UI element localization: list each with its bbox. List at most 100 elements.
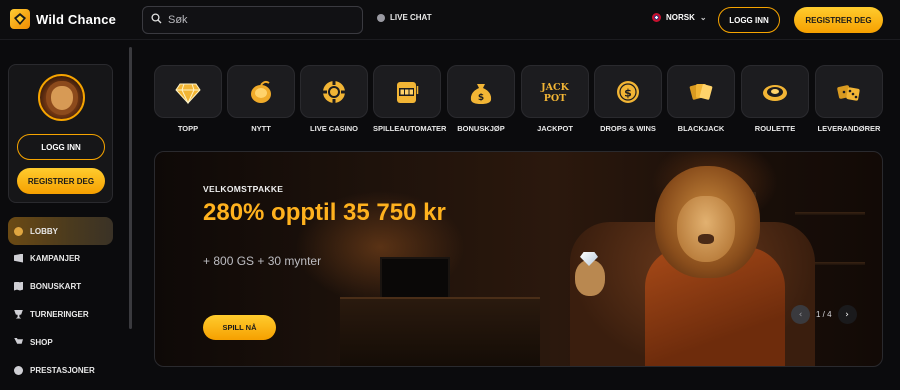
roulette-icon (763, 84, 787, 101)
banner-pager: ‹ 1 / 4 › (791, 305, 857, 324)
category-topp[interactable]: TOPP (154, 65, 222, 133)
live-chat-label: LIVE CHAT (390, 13, 432, 22)
sidebar-login-button[interactable]: LOGG INN (17, 134, 105, 160)
sidebar-item-label: TURNERINGER (30, 309, 89, 319)
monitor-decoration (380, 257, 450, 299)
chevron-left-icon[interactable]: ‹ (791, 305, 810, 324)
jackpot-icon: JACK POT (540, 82, 569, 104)
megaphone-icon (14, 253, 23, 263)
sidebar-item-label: KAMPANJER (30, 253, 81, 263)
sidebar-item-label: SHOP (30, 337, 53, 347)
language-selector[interactable]: NORSK ⌄ (652, 13, 707, 22)
header-register-button[interactable]: REGISTRER DEG (794, 7, 883, 33)
sidebar-item-label: BONUSKART (30, 281, 82, 291)
category-tile[interactable]: $ (594, 65, 662, 118)
banner-eyebrow: VELKOMSTPAKKE (203, 184, 284, 194)
slot-machine-icon (397, 81, 419, 103)
category-label: BLACKJACK (677, 124, 725, 133)
category-tile[interactable] (373, 65, 441, 118)
jackpot-icon-text-1: JACK (540, 82, 569, 93)
chevron-right-icon[interactable]: › (837, 305, 857, 324)
sidebar-item-label: PRESTASJONER (30, 365, 95, 375)
category-leverandorer[interactable]: LEVERANDØRER (815, 65, 883, 133)
category-label: LEVERANDØRER (817, 124, 881, 133)
category-drops-wins[interactable]: $ DROPS & WINS (594, 65, 662, 133)
category-label: ROULETTE (754, 124, 796, 133)
chevron-down-icon: ⌄ (699, 13, 707, 22)
jackpot-icon-text-2: POT (544, 93, 567, 104)
norway-flag-icon (652, 13, 661, 22)
lion-avatar-icon (50, 85, 73, 110)
sidebar-scrollbar[interactable] (129, 47, 132, 329)
category-tile[interactable] (154, 65, 222, 118)
desk-decoration (340, 297, 540, 366)
category-tile[interactable] (815, 65, 883, 118)
cart-icon (14, 337, 23, 344)
lion-hand-image (575, 260, 605, 296)
banner-title: 280% opptil 35 750 kr (203, 199, 446, 226)
sidebar-item-label: LOBBY (30, 226, 58, 236)
search-input[interactable] (168, 14, 348, 26)
dice-icon (837, 84, 860, 101)
sidebar-register-button[interactable]: REGISTRER DEG (17, 168, 105, 194)
lion-face-image (677, 196, 735, 262)
category-tile[interactable] (667, 65, 735, 118)
sidebar-item-bonuskart[interactable]: BONUSKART (8, 272, 113, 300)
category-tile[interactable] (300, 65, 368, 118)
sidebar-item-shop[interactable]: SHOP (8, 328, 113, 356)
category-label: BONUSKJØP (457, 124, 505, 133)
category-bonuskjop[interactable]: $ BONUSKJØP (447, 65, 515, 133)
diamond-icon (175, 83, 201, 104)
category-label: DROPS & WINS (600, 124, 656, 133)
guest-profile-card: LOGG INN REGISTRER DEG (8, 64, 113, 203)
map-icon (14, 281, 23, 291)
sidebar-item-prestasjoner[interactable]: PRESTASJONER (8, 356, 113, 384)
avatar (38, 74, 85, 121)
poker-chip-icon (322, 79, 346, 104)
chat-icon (377, 13, 385, 22)
category-nytt[interactable]: NYTT (227, 65, 295, 133)
category-tile[interactable]: $ (447, 65, 515, 118)
lobby-icon (14, 226, 23, 236)
category-jackpot[interactable]: JACK POT JACKPOT (521, 65, 589, 133)
category-spilleautomater[interactable]: SPILLEAUTOMATER (373, 65, 447, 133)
money-bag-icon: $ (470, 83, 492, 104)
svg-text:$: $ (624, 86, 632, 99)
category-label: NYTT (251, 124, 271, 133)
coin-icon: $ (617, 80, 639, 103)
search-bar[interactable] (142, 6, 363, 34)
cards-icon (689, 83, 713, 100)
category-tile[interactable] (227, 65, 295, 118)
top-header: Wild Chance LIVE CHAT NORSK ⌄ LOGG INN R… (0, 0, 900, 40)
medal-icon (14, 365, 23, 375)
promo-banner[interactable]: VELKOMSTPAKKE 280% opptil 35 750 kr + 80… (154, 151, 883, 367)
category-live-casino[interactable]: LIVE CASINO (300, 65, 368, 133)
coconut-icon (251, 80, 271, 103)
play-now-button[interactable]: SPILL NÅ (203, 315, 276, 340)
category-tile[interactable]: JACK POT (521, 65, 589, 118)
category-label: JACKPOT (537, 124, 573, 133)
category-label: SPILLEAUTOMATER (373, 124, 447, 133)
pager-count: 1 / 4 (816, 310, 832, 319)
header-login-button[interactable]: LOGG INN (718, 7, 780, 33)
banner-subtitle: + 800 GS + 30 mynter (203, 254, 322, 268)
category-roulette[interactable]: ROULETTE (741, 65, 809, 133)
trophy-icon (14, 309, 23, 319)
category-label: LIVE CASINO (310, 124, 358, 133)
sidebar-item-turneringer[interactable]: TURNERINGER (8, 300, 113, 328)
bookshelf-decoration (795, 212, 865, 215)
brand-name: Wild Chance (36, 11, 117, 27)
brand-logo[interactable]: Wild Chance (10, 9, 116, 29)
category-tile[interactable] (741, 65, 809, 118)
category-blackjack[interactable]: BLACKJACK (667, 65, 735, 133)
sidebar-item-kampanjer[interactable]: KAMPANJER (8, 244, 113, 272)
sidebar-item-lobby[interactable]: LOBBY (8, 217, 113, 245)
live-chat-link[interactable]: LIVE CHAT (377, 13, 432, 22)
sidebar: LOGG INN REGISTRER DEG LOBBY KAMPANJER B… (0, 41, 135, 390)
category-label: TOPP (177, 124, 199, 133)
language-label: NORSK (666, 13, 695, 22)
search-icon (151, 11, 162, 29)
lion-logo-icon (10, 9, 30, 29)
svg-text:$: $ (478, 93, 484, 103)
lion-nose-image (698, 234, 714, 244)
